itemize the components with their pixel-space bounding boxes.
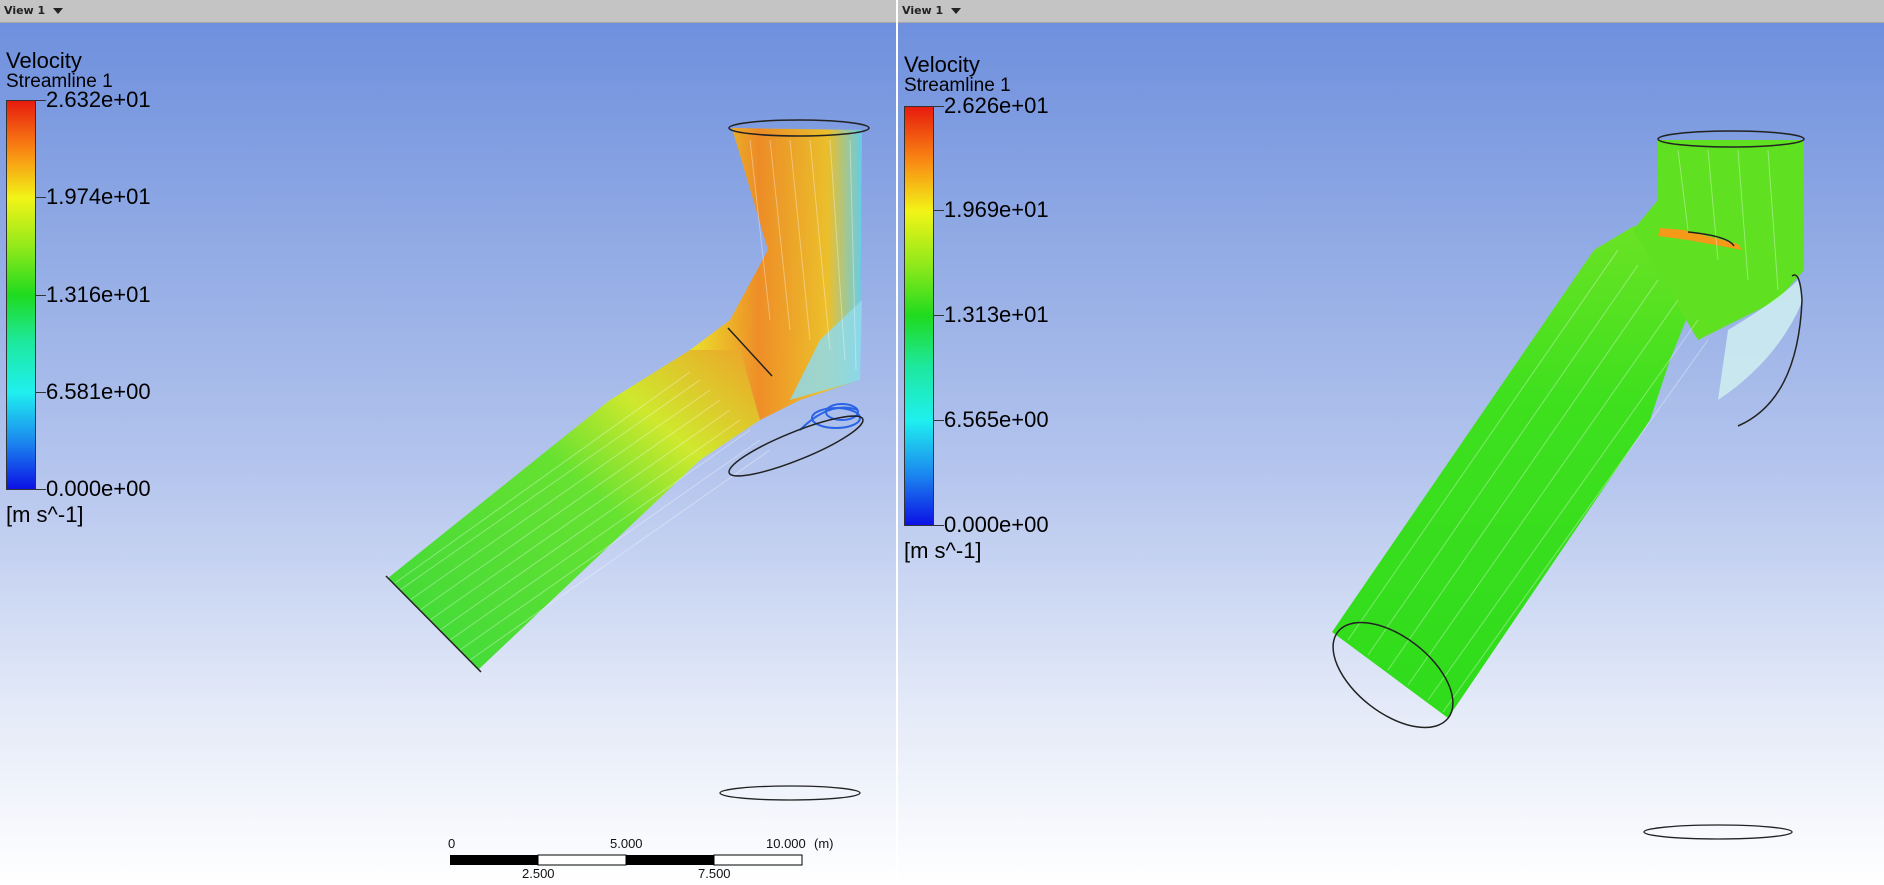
- scale-label: 2.500: [522, 866, 555, 881]
- ground-outline: [1643, 824, 1793, 840]
- pipe-lower-section: [388, 350, 760, 670]
- scale-bar-graphic: [450, 854, 803, 866]
- scale-unit: (m): [814, 836, 834, 851]
- ground-outline: [719, 785, 861, 801]
- right-streamline-render[interactable]: [898, 0, 1884, 885]
- scale-label: 0: [448, 836, 456, 851]
- pipe-main-section: [1332, 226, 1702, 718]
- left-streamline-render[interactable]: [0, 0, 898, 885]
- scale-bar: 0 5.000 10.000 (m) 2.500 7.500: [448, 836, 834, 881]
- left-viewport[interactable]: View 1 Velocity Streamline 1 2.632e+01 1…: [0, 0, 898, 885]
- scale-label: 10.000: [766, 836, 806, 851]
- scale-label: 5.000: [610, 836, 643, 851]
- scale-label: 7.500: [698, 866, 731, 881]
- right-viewport[interactable]: View 1 Velocity Streamline 1 2.626e+01 1…: [898, 0, 1884, 885]
